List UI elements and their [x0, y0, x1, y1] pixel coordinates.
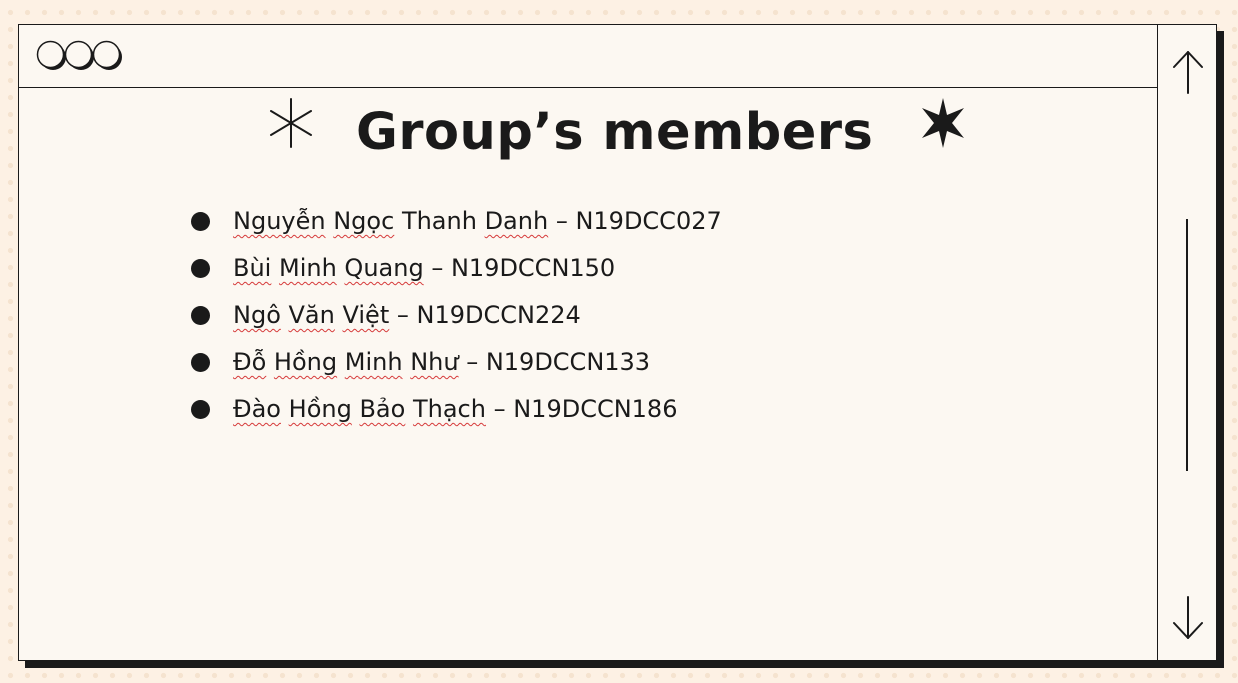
member-list: Nguyễn Ngọc Thanh Danh – N19DCC027 Bùi Mi… [189, 201, 722, 436]
bullet-icon [191, 259, 210, 278]
member-name-word: Ngô [233, 301, 281, 329]
scroll-thumb[interactable] [1186, 219, 1188, 471]
arrow-up-icon[interactable] [1171, 49, 1205, 95]
member-name-word: Việt [342, 301, 390, 329]
member-name-word: Minh [344, 348, 403, 376]
app-window: Group’s members Nguyễn Ngọc Thanh Danh –… [18, 24, 1217, 661]
page-title: Group’s members [356, 103, 874, 162]
member-name-word: Hồng [288, 395, 352, 423]
member-name-word: Văn [288, 301, 335, 329]
circle-button-3[interactable] [92, 40, 123, 71]
member-name-word: Minh [278, 254, 337, 282]
member-name-word: Danh [484, 207, 549, 235]
window-controls [36, 40, 123, 71]
member-name-word: Đào [233, 395, 281, 423]
bullet-icon [191, 400, 210, 419]
bullet-icon [191, 353, 210, 372]
circle-button-2[interactable] [64, 40, 95, 71]
title-bar [19, 25, 1157, 88]
member-separator: – [389, 301, 417, 329]
member-separator: – [485, 395, 514, 423]
member-id: N19DCCN150 [450, 254, 616, 282]
circle-button-1[interactable] [36, 40, 67, 71]
member-separator: – [458, 348, 486, 376]
member-name-word: Nguyễn [233, 207, 326, 235]
member-id: N19DCCN133 [485, 348, 651, 376]
member-id: N19DCC027 [575, 207, 722, 235]
member-name-word: Thạch [412, 395, 486, 423]
member-name-word: Như [410, 348, 459, 376]
member-id: N19DCCN186 [513, 395, 678, 423]
list-item: Nguyễn Ngọc Thanh Danh – N19DCC027 [189, 201, 722, 248]
member-name-word: Bảo [359, 395, 406, 423]
member-name-word: Đỗ [233, 348, 267, 376]
slide-content: Group’s members Nguyễn Ngọc Thanh Danh –… [19, 89, 1157, 660]
list-item: Bùi Minh Quang – N19DCCN150 [189, 248, 722, 295]
member-name-word: Ngọc [333, 207, 395, 235]
member-name-word: Bùi [233, 254, 272, 282]
member-name-word: Hồng [273, 348, 338, 376]
list-item: Ngô Văn Việt – N19DCCN224 [189, 295, 722, 342]
member-name-word: Thanh [401, 207, 477, 235]
member-id: N19DCCN224 [416, 301, 581, 329]
list-item: Đào Hồng Bảo Thạch – N19DCCN186 [189, 389, 722, 436]
bullet-icon [191, 306, 210, 325]
arrow-down-icon[interactable] [1171, 595, 1205, 641]
asterisk-sparkle-icon [270, 98, 312, 148]
list-item: Đỗ Hồng Minh Như – N19DCCN133 [189, 342, 722, 389]
scrollbar[interactable] [1157, 25, 1217, 660]
star-sparkle-icon [922, 98, 964, 148]
bullet-icon [191, 212, 210, 231]
member-name-word: Quang [344, 254, 424, 282]
member-separator: – [548, 207, 576, 235]
member-separator: – [423, 254, 451, 282]
